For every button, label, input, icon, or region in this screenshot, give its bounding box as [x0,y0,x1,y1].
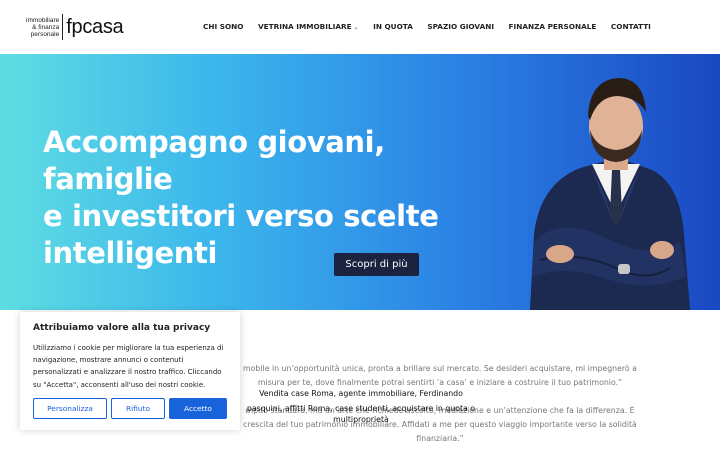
nav-item-chi-sono[interactable]: CHI SONO [203,22,244,31]
cookie-banner-actions: Personalizza Rifiuto Accetto [33,398,227,419]
logo-brand: fpcasa [66,15,124,38]
cookie-banner-text-line3: personalizzati e analizzare il nostro tr… [33,368,222,377]
image-alt-text-line1: Vendita case Roma, agente immobiliare, F… [259,389,463,398]
site-logo[interactable]: immobiliare & finanza personale fpcasa [26,13,124,41]
image-alt-text: Vendita case Roma, agente immobiliare, F… [236,388,486,425]
image-alt-text-line2: pasquini, affitti Roma, case studenti, a… [246,404,476,413]
intro-paragraph-1: mobile in un’opportunità unica, pronta a… [235,362,645,390]
nav-item-spazio-giovani[interactable]: SPAZIO GIOVANI [427,22,494,31]
customize-cookies-button[interactable]: Personalizza [33,398,107,419]
logo-tagline-line3: personale [30,30,60,38]
accept-cookies-button[interactable]: Accetto [169,398,227,419]
reject-cookies-button[interactable]: Rifiuto [111,398,165,419]
cookie-banner-text-line1: Utilizziamo i cookie per migliorare la t… [33,344,224,352]
site-header: immobiliare & finanza personale fpcasa C… [0,0,720,54]
intro-paragraph-2-line3: finanziaria.” [416,434,464,443]
nav-item-vetrina-immobiliare[interactable]: VETRINA IMMOBILIARE ⌄ [258,22,359,31]
nav-item-in-quota[interactable]: IN QUOTA [373,22,413,31]
hero-title-line3: intelligenti [43,236,218,270]
image-alt-text-line3: multiproprietà [333,415,389,424]
cookie-banner-text-line2: navigazione, mostrare annunci o contenut… [33,356,184,365]
cookie-banner-text-line4: su "Accetta", acconsenti all'uso dei nos… [33,380,206,389]
nav-item-finanza-personale[interactable]: FINANZA PERSONALE [509,22,597,31]
hero-title-line2: e investitori verso scelte [43,199,439,233]
cookie-consent-banner: Attribuiamo valore alla tua privacy Util… [20,312,240,430]
nav-item-contatti[interactable]: CONTATTI [611,22,651,31]
hero-title: Accompagno giovani, famiglie e investito… [43,124,513,272]
nav-item-vetrina-label: VETRINA IMMOBILIARE [258,22,352,31]
logo-tagline-line1: immobiliare [26,16,60,24]
logo-divider [62,14,64,40]
logo-tagline-line2: & finanza [32,23,60,31]
discover-more-button[interactable]: Scopri di più [334,253,419,276]
chevron-down-icon: ⌄ [353,24,359,31]
agent-portrait [530,78,690,310]
intro-paragraph-1-line1: mobile in un’opportunità unica, pronta a… [243,364,637,373]
hero-title-line1: Accompagno giovani, famiglie [43,125,385,196]
hero-section: Accompagno giovani, famiglie e investito… [0,54,720,310]
cookie-banner-title: Attribuiamo valore alla tua privacy [33,323,211,333]
logo-tagline: immobiliare & finanza personale [26,17,59,38]
cookie-banner-text: Utilizziamo i cookie per migliorare la t… [33,342,227,391]
main-nav: CHI SONO VETRINA IMMOBILIARE ⌄ IN QUOTA S… [203,22,665,31]
